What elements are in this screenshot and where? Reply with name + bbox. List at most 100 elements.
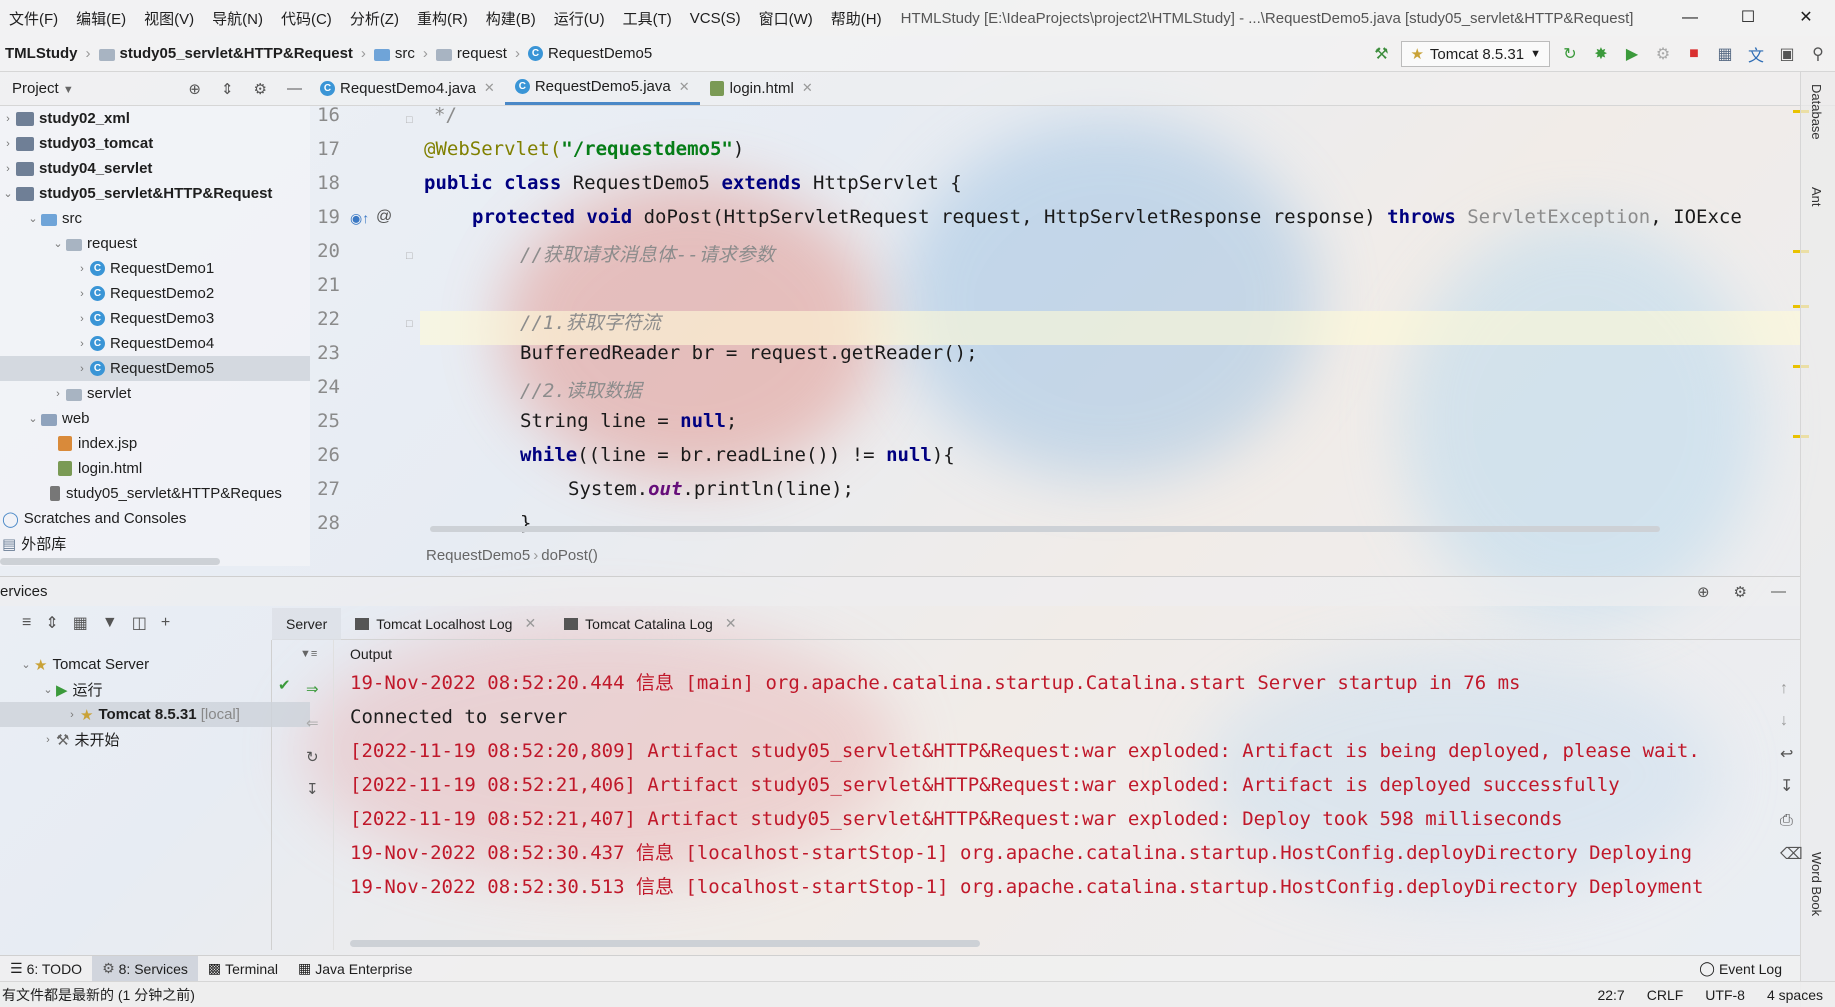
- line-separator[interactable]: CRLF: [1647, 987, 1684, 1003]
- project-view-select[interactable]: Project ▼: [12, 80, 74, 97]
- tree-item-src[interactable]: ⌄ src: [25, 206, 82, 231]
- maximize-icon[interactable]: ☐: [1719, 0, 1777, 36]
- tree-item-study05[interactable]: ⌄ study05_servlet&HTTP&Request: [0, 181, 272, 206]
- tree-item-study04-servlet[interactable]: › study04_servlet: [0, 156, 152, 181]
- tree-item-index-jsp[interactable]: index.jsp: [58, 431, 137, 456]
- group-icon[interactable]: ▦: [73, 613, 88, 633]
- java-enterprise-toolwindow-button[interactable]: ▦ Java Enterprise: [288, 960, 423, 977]
- tab-login-html[interactable]: login.html ✕: [700, 71, 823, 105]
- close-tab-icon[interactable]: ✕: [484, 80, 495, 96]
- console-output[interactable]: 19-Nov-2022 08:52:20.444 信息 [main] org.a…: [350, 666, 1770, 936]
- editor-horizontal-scrollbar[interactable]: [430, 526, 1660, 532]
- menu-vcs[interactable]: VCS(S): [681, 10, 750, 27]
- filter-icon[interactable]: ▼: [102, 614, 118, 632]
- wordbook-toolwindow-button[interactable]: Word Book: [1809, 852, 1824, 916]
- indent-setting[interactable]: 4 spaces: [1767, 987, 1823, 1003]
- profile-icon[interactable]: ⚙: [1652, 44, 1674, 64]
- refresh-icon[interactable]: ↻: [306, 748, 319, 766]
- scroll-to-end-icon[interactable]: ↧: [1780, 776, 1793, 796]
- print-icon[interactable]: ⎙: [1780, 812, 1793, 830]
- service-tomcat-server[interactable]: ⌄ ★ Tomcat Server: [18, 652, 149, 677]
- soft-wrap-icon[interactable]: ↩: [1780, 744, 1793, 764]
- stop-icon[interactable]: ■: [1683, 45, 1705, 63]
- override-gutter-icon[interactable]: ◉↑: [350, 210, 369, 227]
- tree-item-external-libraries[interactable]: ▤ 外部库: [2, 531, 66, 556]
- fold-icon[interactable]: □: [406, 318, 413, 330]
- menu-view[interactable]: 视图(V): [135, 8, 203, 29]
- console-horizontal-scrollbar[interactable]: [350, 940, 980, 947]
- breadcrumb-src[interactable]: src: [369, 45, 420, 62]
- collapse-all-icon[interactable]: ⇕: [221, 80, 234, 98]
- presentation-icon[interactable]: ▣: [1776, 44, 1798, 64]
- locate-icon[interactable]: ⊕: [1697, 583, 1710, 601]
- build-hammer-icon[interactable]: ⚒: [1370, 44, 1392, 64]
- tree-item-login-html[interactable]: login.html: [58, 456, 142, 481]
- breadcrumb-class[interactable]: C RequestDemo5: [523, 45, 657, 62]
- file-encoding[interactable]: UTF-8: [1705, 987, 1745, 1003]
- minimize-icon[interactable]: —: [1661, 0, 1719, 36]
- breadcrumb-package[interactable]: request: [431, 45, 512, 62]
- rerun-icon[interactable]: ↻: [1559, 44, 1581, 64]
- service-running-group[interactable]: ⌄ ▶ 运行: [40, 677, 102, 702]
- tree-item-request[interactable]: ⌄ request: [50, 231, 137, 256]
- hide-icon[interactable]: —: [287, 80, 302, 98]
- tab-requestdemo4[interactable]: C RequestDemo4.java ✕: [310, 71, 505, 105]
- breadcrumb-module[interactable]: study05_servlet&HTTP&Request: [94, 45, 358, 62]
- tree-item-requestdemo3[interactable]: › C RequestDemo3: [74, 306, 214, 331]
- tree-item-servlet[interactable]: › servlet: [50, 381, 131, 406]
- breadcrumb-project[interactable]: TMLStudy: [0, 45, 83, 62]
- gear-icon[interactable]: ⚙: [254, 80, 267, 98]
- crumb-method[interactable]: doPost(): [541, 547, 598, 564]
- service-not-started-group[interactable]: › ⚒ 未开始: [40, 727, 119, 752]
- tab-catalina-log[interactable]: Tomcat Catalina Log ✕: [550, 608, 750, 640]
- run-configuration-select[interactable]: ★ Tomcat 8.5.31 ▼: [1401, 41, 1550, 67]
- add-icon[interactable]: +: [161, 614, 170, 632]
- menu-tools[interactable]: 工具(T): [614, 8, 681, 29]
- tree-item-requestdemo5[interactable]: › C RequestDemo5: [0, 356, 310, 381]
- todo-toolwindow-button[interactable]: ☰ 6: TODO: [0, 960, 92, 977]
- project-tree-scrollbar[interactable]: [0, 558, 220, 565]
- menu-help[interactable]: 帮助(H): [822, 8, 891, 29]
- new-tab-icon[interactable]: ◫: [132, 613, 147, 633]
- menu-window[interactable]: 窗口(W): [750, 8, 822, 29]
- close-tab-icon[interactable]: ✕: [524, 615, 536, 632]
- scroll-to-end-icon[interactable]: ↧: [306, 780, 319, 798]
- services-toolwindow-button[interactable]: ⚙ 8: Services: [92, 955, 198, 982]
- fold-icon[interactable]: □: [406, 114, 413, 126]
- close-tab-icon[interactable]: ✕: [679, 79, 690, 95]
- project-structure-icon[interactable]: ▦: [1714, 44, 1736, 64]
- coverage-icon[interactable]: ▶: [1621, 44, 1643, 64]
- locate-icon[interactable]: ⊕: [188, 80, 201, 98]
- deployment-select-icon[interactable]: ▼≡: [300, 648, 317, 660]
- menu-run[interactable]: 运行(U): [545, 8, 614, 29]
- tree-item-study03-tomcat[interactable]: › study03_tomcat: [0, 131, 153, 156]
- tree-item-study02-xml[interactable]: › study02_xml: [0, 106, 130, 131]
- terminal-toolwindow-button[interactable]: ▩ Terminal: [198, 960, 288, 977]
- annotation-gutter-icon[interactable]: @: [376, 208, 392, 226]
- hide-icon[interactable]: —: [1771, 583, 1786, 601]
- close-tab-icon[interactable]: ✕: [725, 615, 737, 632]
- tab-requestdemo5[interactable]: C RequestDemo5.java ✕: [504, 71, 700, 105]
- caret-position[interactable]: 22:7: [1597, 987, 1624, 1003]
- menu-edit[interactable]: 编辑(E): [67, 8, 135, 29]
- menu-refactor[interactable]: 重构(R): [408, 8, 477, 29]
- menu-file[interactable]: 文件(F): [0, 8, 67, 29]
- ant-toolwindow-button[interactable]: Ant: [1809, 187, 1824, 207]
- fold-icon[interactable]: □: [406, 250, 413, 262]
- close-icon[interactable]: ✕: [1777, 0, 1835, 36]
- debug-icon[interactable]: ✸: [1590, 44, 1612, 64]
- tree-item-requestdemo1[interactable]: › C RequestDemo1: [74, 256, 214, 281]
- collapse-all-icon[interactable]: ⇕: [45, 613, 58, 633]
- menu-navigate[interactable]: 导航(N): [203, 8, 272, 29]
- menu-code[interactable]: 代码(C): [272, 8, 341, 29]
- expand-all-icon[interactable]: ≡: [22, 614, 31, 632]
- status-message[interactable]: 有文件都是最新的 (1 分钟之前): [0, 985, 195, 1005]
- close-tab-icon[interactable]: ✕: [802, 80, 813, 96]
- tree-item-requestdemo4[interactable]: › C RequestDemo4: [74, 331, 214, 356]
- code-editor[interactable]: 16 17 18 19 20 21 22 23 24 25 26 27 28 ◉…: [310, 106, 1800, 536]
- tab-localhost-log[interactable]: Tomcat Localhost Log ✕: [341, 608, 550, 640]
- menu-build[interactable]: 构建(B): [477, 8, 545, 29]
- gear-icon[interactable]: ⚙: [1734, 583, 1747, 601]
- deploy-icon[interactable]: ⇒: [306, 680, 319, 698]
- tree-item-iml-file[interactable]: study05_servlet&HTTP&Reques: [50, 481, 282, 506]
